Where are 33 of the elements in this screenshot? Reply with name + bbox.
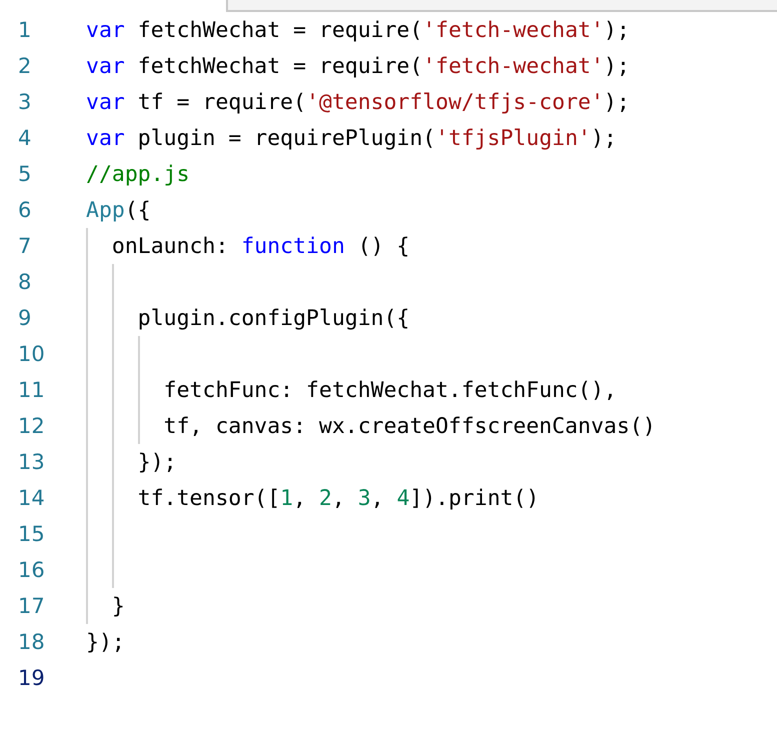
code-line: var fetchWechat = require('fetch-wechat'); (86, 18, 630, 42)
code-line: } (110, 594, 125, 618)
line-number: 8 (17, 270, 32, 294)
code-line: var plugin = requirePlugin('tfjsPlugin'); (86, 126, 617, 150)
code-line: //app.js (86, 162, 190, 186)
code-line: }); (136, 450, 177, 474)
line-number: 10 (17, 342, 46, 366)
line-number: 19 (17, 666, 46, 690)
code-line: onLaunch: function () { (110, 234, 410, 258)
code-line: tf.tensor([1, 2, 3, 4]).print() (136, 486, 540, 510)
line-number: 7 (17, 234, 32, 258)
line-number: 16 (17, 558, 46, 582)
code-line: var fetchWechat = require('fetch-wechat'); (86, 54, 630, 78)
code-line: tf, canvas: wx.createOffscreenCanvas() (162, 414, 656, 438)
line-number: 14 (17, 486, 46, 510)
line-number: 3 (17, 90, 32, 114)
code-line: var tf = require('@tensorflow/tfjs-core'); (86, 90, 630, 114)
line-number: 13 (17, 450, 46, 474)
line-number: 2 (17, 54, 32, 78)
line-number: 1 (17, 18, 32, 42)
line-number: 18 (17, 630, 46, 654)
line-number: 9 (17, 306, 32, 330)
line-number: 4 (17, 126, 32, 150)
line-number: 17 (17, 594, 46, 618)
code-line: plugin.configPlugin({ (136, 306, 410, 330)
line-number: 5 (17, 162, 32, 186)
line-number: 6 (17, 198, 32, 222)
code-line: }); (86, 630, 125, 654)
code-line: fetchFunc: fetchWechat.fetchFunc(), (162, 378, 617, 402)
line-number: 15 (17, 522, 46, 546)
code-line: App({ (86, 198, 151, 222)
line-number: 12 (17, 414, 46, 438)
line-number: 11 (17, 378, 46, 402)
